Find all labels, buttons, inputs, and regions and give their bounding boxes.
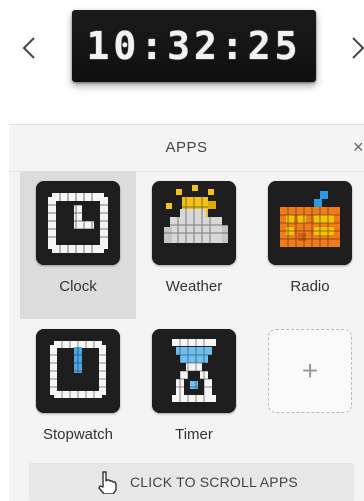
panel-title: APPS bbox=[165, 139, 208, 156]
stopwatch-icon bbox=[36, 329, 120, 413]
add-app-tile[interactable]: + bbox=[252, 319, 364, 467]
app-tile-timer[interactable]: Timer bbox=[136, 319, 252, 467]
device-time: 10:32:25 bbox=[86, 24, 302, 68]
app-label: Clock bbox=[59, 278, 97, 295]
app-tile-radio[interactable]: Radio bbox=[252, 171, 364, 319]
radio-icon bbox=[268, 181, 352, 265]
weather-icon bbox=[152, 181, 236, 265]
previous-arrow[interactable] bbox=[17, 34, 41, 62]
apps-panel-header: APPS × bbox=[9, 125, 364, 172]
device-display: 10:32:25 bbox=[72, 10, 316, 82]
app-label: Radio bbox=[290, 278, 330, 295]
hourglass-icon bbox=[152, 329, 236, 413]
app-label: Stopwatch bbox=[42, 426, 114, 443]
app-tile-weather[interactable]: Weather bbox=[136, 171, 252, 319]
clock-icon bbox=[36, 181, 120, 265]
hand-pointer-icon bbox=[98, 471, 117, 494]
scroll-apps-button[interactable]: CLICK TO SCROLL APPS bbox=[29, 463, 354, 501]
app-label: Timer bbox=[175, 426, 213, 443]
scroll-apps-label: CLICK TO SCROLL APPS bbox=[130, 474, 298, 490]
close-icon[interactable]: × bbox=[353, 137, 364, 157]
device-preview-area: 10:32:25 bbox=[0, 0, 364, 110]
app-label: Weather bbox=[165, 278, 223, 295]
next-arrow[interactable] bbox=[346, 34, 364, 62]
chevron-right-icon bbox=[352, 37, 364, 59]
add-icon: + bbox=[301, 355, 319, 386]
add-app-button[interactable]: + bbox=[268, 329, 352, 413]
apps-panel: APPS × Clock Weather Radio Stopwatch Tim… bbox=[9, 124, 364, 501]
app-tile-stopwatch[interactable]: Stopwatch bbox=[20, 319, 136, 467]
app-tile-clock[interactable]: Clock bbox=[20, 171, 136, 319]
chevron-left-icon bbox=[22, 37, 35, 59]
